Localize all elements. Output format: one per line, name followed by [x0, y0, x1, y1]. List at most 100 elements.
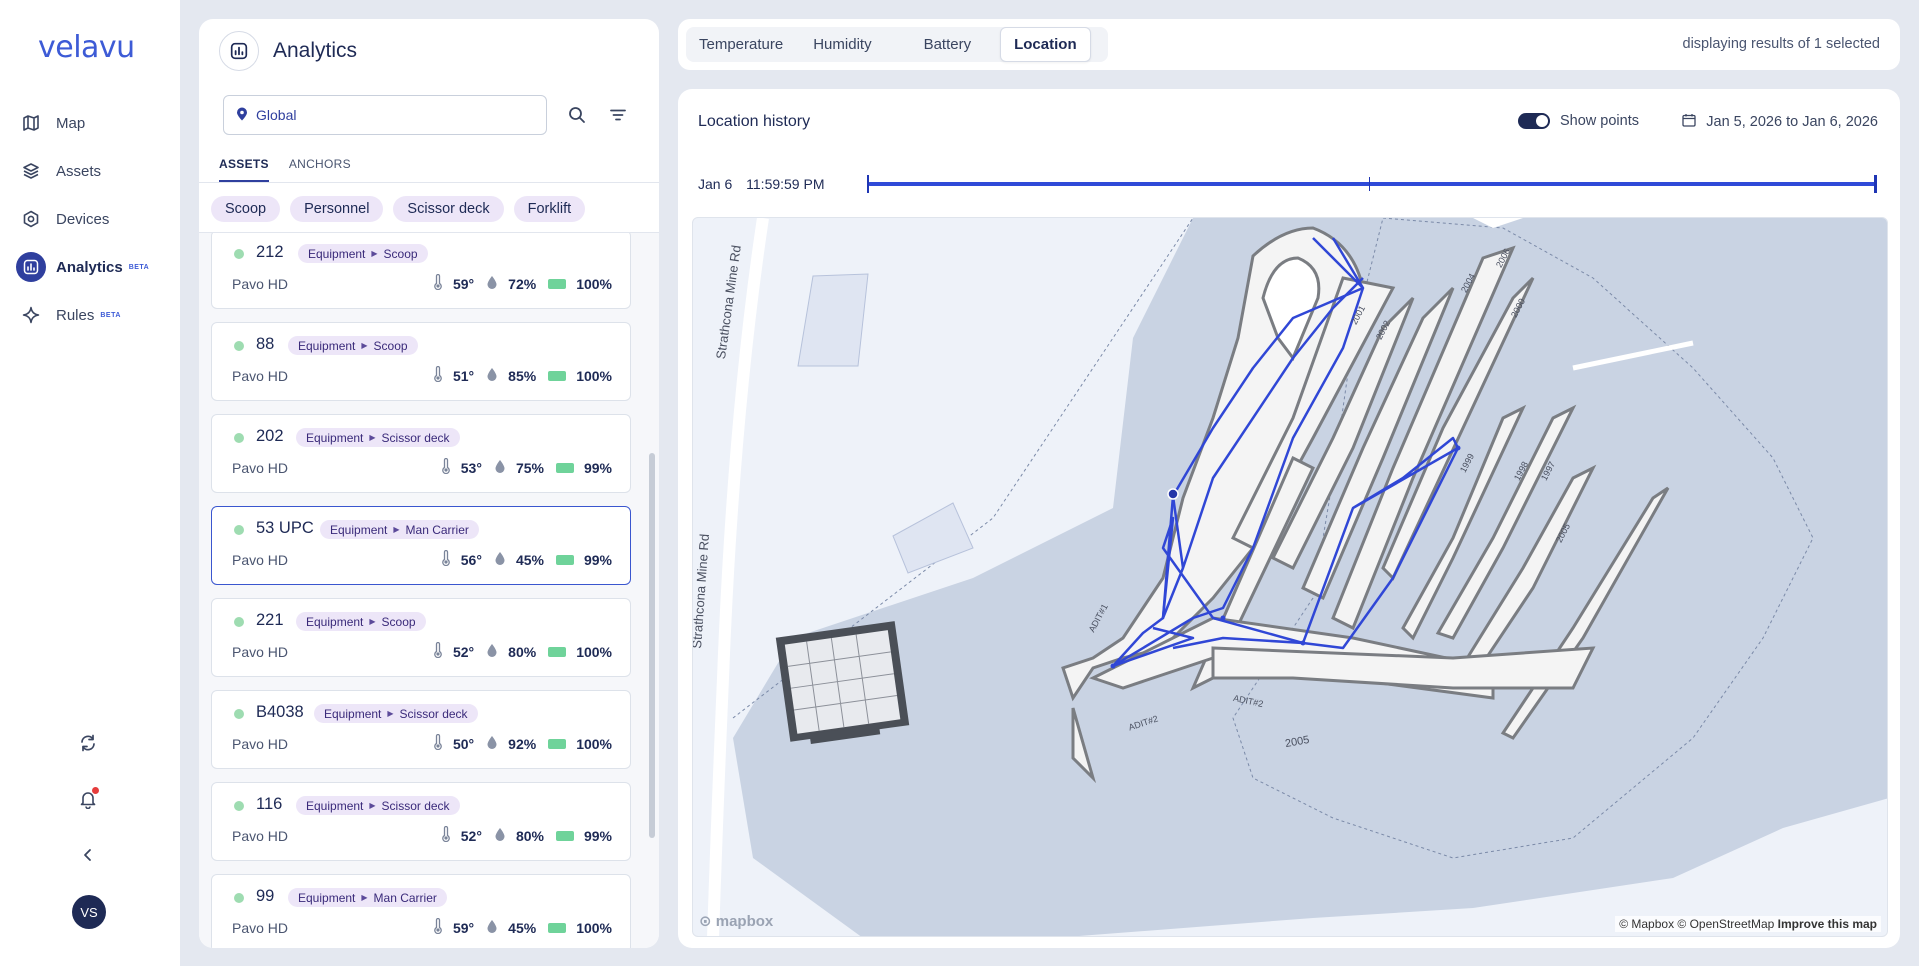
asset-card[interactable]: 53 UPC Equipment ▶ Man Carrier Pavo HD 56° 45%…	[211, 506, 631, 585]
show-points-toggle[interactable]	[1518, 113, 1550, 129]
location-map[interactable]: Strathcona Mine Rd Strathcona Mine Rd 20…	[692, 217, 1888, 937]
timeline-end-handle[interactable]	[1874, 175, 1877, 193]
tab-assets[interactable]: ASSETS	[219, 157, 269, 182]
divider	[199, 182, 659, 183]
calendar-icon	[1682, 113, 1696, 131]
velavu-logo[interactable]: velavu	[38, 30, 135, 65]
chip-scissor-deck[interactable]: Scissor deck	[393, 196, 504, 222]
asset-name: 53 UPC	[256, 519, 314, 537]
list-scrollbar[interactable]	[649, 453, 655, 838]
device-model: Pavo HD	[232, 920, 289, 936]
tag-type: Scoop	[383, 246, 418, 261]
notifications-bell-icon[interactable]	[76, 787, 100, 811]
asset-tag: Equipment ▶ Scoop	[288, 336, 418, 355]
status-indicator	[234, 709, 244, 719]
metric-tab-bar: Temperature Humidity Battery Location di…	[678, 19, 1900, 70]
chip-personnel[interactable]: Personnel	[290, 196, 384, 222]
search-icon[interactable]	[563, 101, 591, 129]
asset-card[interactable]: 99 Equipment ▶ Man Carrier Pavo HD 59° 45% 100%	[211, 874, 631, 948]
tab-battery[interactable]: Battery	[911, 28, 985, 61]
humidity-drop-icon	[486, 735, 498, 753]
attribution-text[interactable]: © Mapbox © OpenStreetMap	[1619, 917, 1774, 931]
asset-card[interactable]: 116 Equipment ▶ Scissor deck Pavo HD 52° 80% 99…	[211, 782, 631, 861]
date-range-picker[interactable]: Jan 5, 2026 to Jan 6, 2026	[1682, 113, 1878, 131]
chevron-right-icon: ▶	[361, 893, 368, 902]
battery-icon	[548, 644, 567, 660]
beta-badge: BETA	[100, 311, 121, 319]
tag-type: Scissor deck	[381, 798, 450, 813]
thermometer-icon	[441, 549, 451, 569]
sidebar-item-map[interactable]: Map	[16, 105, 176, 141]
location-select[interactable]: Global	[223, 95, 547, 135]
user-avatar[interactable]: VS	[72, 895, 106, 929]
sparkle-icon	[16, 300, 46, 330]
filter-icon[interactable]	[604, 101, 632, 129]
show-points-label: Show points	[1560, 113, 1639, 129]
chip-forklift[interactable]: Forklift	[513, 196, 586, 222]
temperature-value: 52°	[452, 643, 475, 660]
improve-map-link[interactable]: Improve this map	[1778, 917, 1877, 931]
tab-temperature[interactable]: Temperature	[686, 28, 796, 61]
thermometer-icon	[441, 825, 451, 845]
asset-card[interactable]: 88 Equipment ▶ Scoop Pavo HD 51° 85% 100%	[211, 322, 631, 401]
timeline-start-handle[interactable]	[867, 175, 869, 193]
tag-category: Equipment	[298, 890, 356, 905]
asset-card[interactable]: 221 Equipment ▶ Scoop Pavo HD 52° 80% 100%	[211, 598, 631, 677]
card-title: Location history	[698, 113, 811, 130]
sidebar-item-rules[interactable]: Rules BETA	[16, 297, 176, 333]
asset-stats: 59° 45% 100%	[433, 917, 612, 937]
timeline-timestamp: Jan 6 11:59:59 PM	[698, 176, 835, 192]
device-model: Pavo HD	[232, 552, 289, 568]
asset-stats: 56° 45% 99%	[441, 549, 612, 569]
sidebar-item-label: Devices	[56, 210, 110, 228]
timeline-slider[interactable]	[867, 175, 1877, 193]
battery-value: 100%	[576, 735, 612, 752]
map-attribution: © Mapbox © OpenStreetMap Improve this ma…	[1615, 916, 1881, 932]
chevron-right-icon: ▶	[371, 249, 378, 258]
mapbox-logo[interactable]: ⊙ mapbox	[699, 912, 773, 930]
tab-location[interactable]: Location	[1000, 27, 1091, 62]
sync-icon[interactable]	[76, 731, 100, 755]
tag-type: Scissor deck	[381, 430, 450, 445]
temperature-value: 59°	[452, 275, 475, 292]
asset-name: B4038	[256, 703, 304, 721]
mapbox-logo-text: mapbox	[715, 913, 774, 930]
asset-stats: 52° 80% 100%	[433, 641, 612, 661]
battery-value: 100%	[576, 919, 612, 936]
asset-tag: Equipment ▶ Scoop	[296, 612, 426, 631]
asset-stats: 51° 85% 100%	[433, 365, 612, 385]
device-model: Pavo HD	[232, 460, 289, 476]
asset-anchor-tabs: ASSETS ANCHORS	[219, 157, 371, 182]
chevron-right-icon: ▶	[387, 709, 394, 718]
map-canvas[interactable]	[693, 218, 1888, 937]
tab-anchors[interactable]: ANCHORS	[289, 157, 351, 182]
asset-tag: Equipment ▶ Man Carrier	[320, 520, 479, 539]
date-range-value: Jan 5, 2026 to Jan 6, 2026	[1706, 114, 1878, 130]
collapse-sidebar-icon[interactable]	[76, 843, 100, 867]
sidebar-item-devices[interactable]: Devices	[16, 201, 176, 237]
beta-badge: BETA	[128, 263, 150, 271]
chip-scoop[interactable]: Scoop	[211, 196, 281, 222]
sidebar-item-analytics[interactable]: Analytics BETA	[16, 249, 176, 285]
tag-category: Equipment	[298, 338, 356, 353]
status-indicator	[234, 617, 244, 627]
tag-category: Equipment	[308, 246, 366, 261]
thermometer-icon	[441, 457, 451, 477]
sidebar-item-assets[interactable]: Assets	[16, 153, 176, 189]
asset-card[interactable]: 212 Equipment ▶ Scoop Pavo HD 59° 72% 100%	[211, 233, 631, 309]
map-icon	[16, 108, 46, 138]
thermometer-icon	[433, 273, 443, 293]
asset-card[interactable]: 202 Equipment ▶ Scissor deck Pavo HD 53° 75% 99…	[211, 414, 631, 493]
asset-stats: 53° 75% 99%	[441, 457, 612, 477]
location-pin-icon	[236, 107, 248, 124]
asset-stats: 59° 72% 100%	[433, 273, 612, 293]
tab-humidity[interactable]: Humidity	[800, 28, 884, 61]
sidebar-item-label: Assets	[56, 162, 102, 180]
thermometer-icon	[433, 641, 443, 661]
sidebar-item-label: Analytics	[56, 258, 123, 276]
asset-card[interactable]: B4038 Equipment ▶ Scissor deck Pavo HD 50° 92%…	[211, 690, 631, 769]
humidity-drop-icon	[494, 827, 506, 845]
device-model: Pavo HD	[232, 644, 289, 660]
sidebar-item-label: Rules	[56, 306, 95, 324]
notification-dot	[92, 787, 99, 794]
